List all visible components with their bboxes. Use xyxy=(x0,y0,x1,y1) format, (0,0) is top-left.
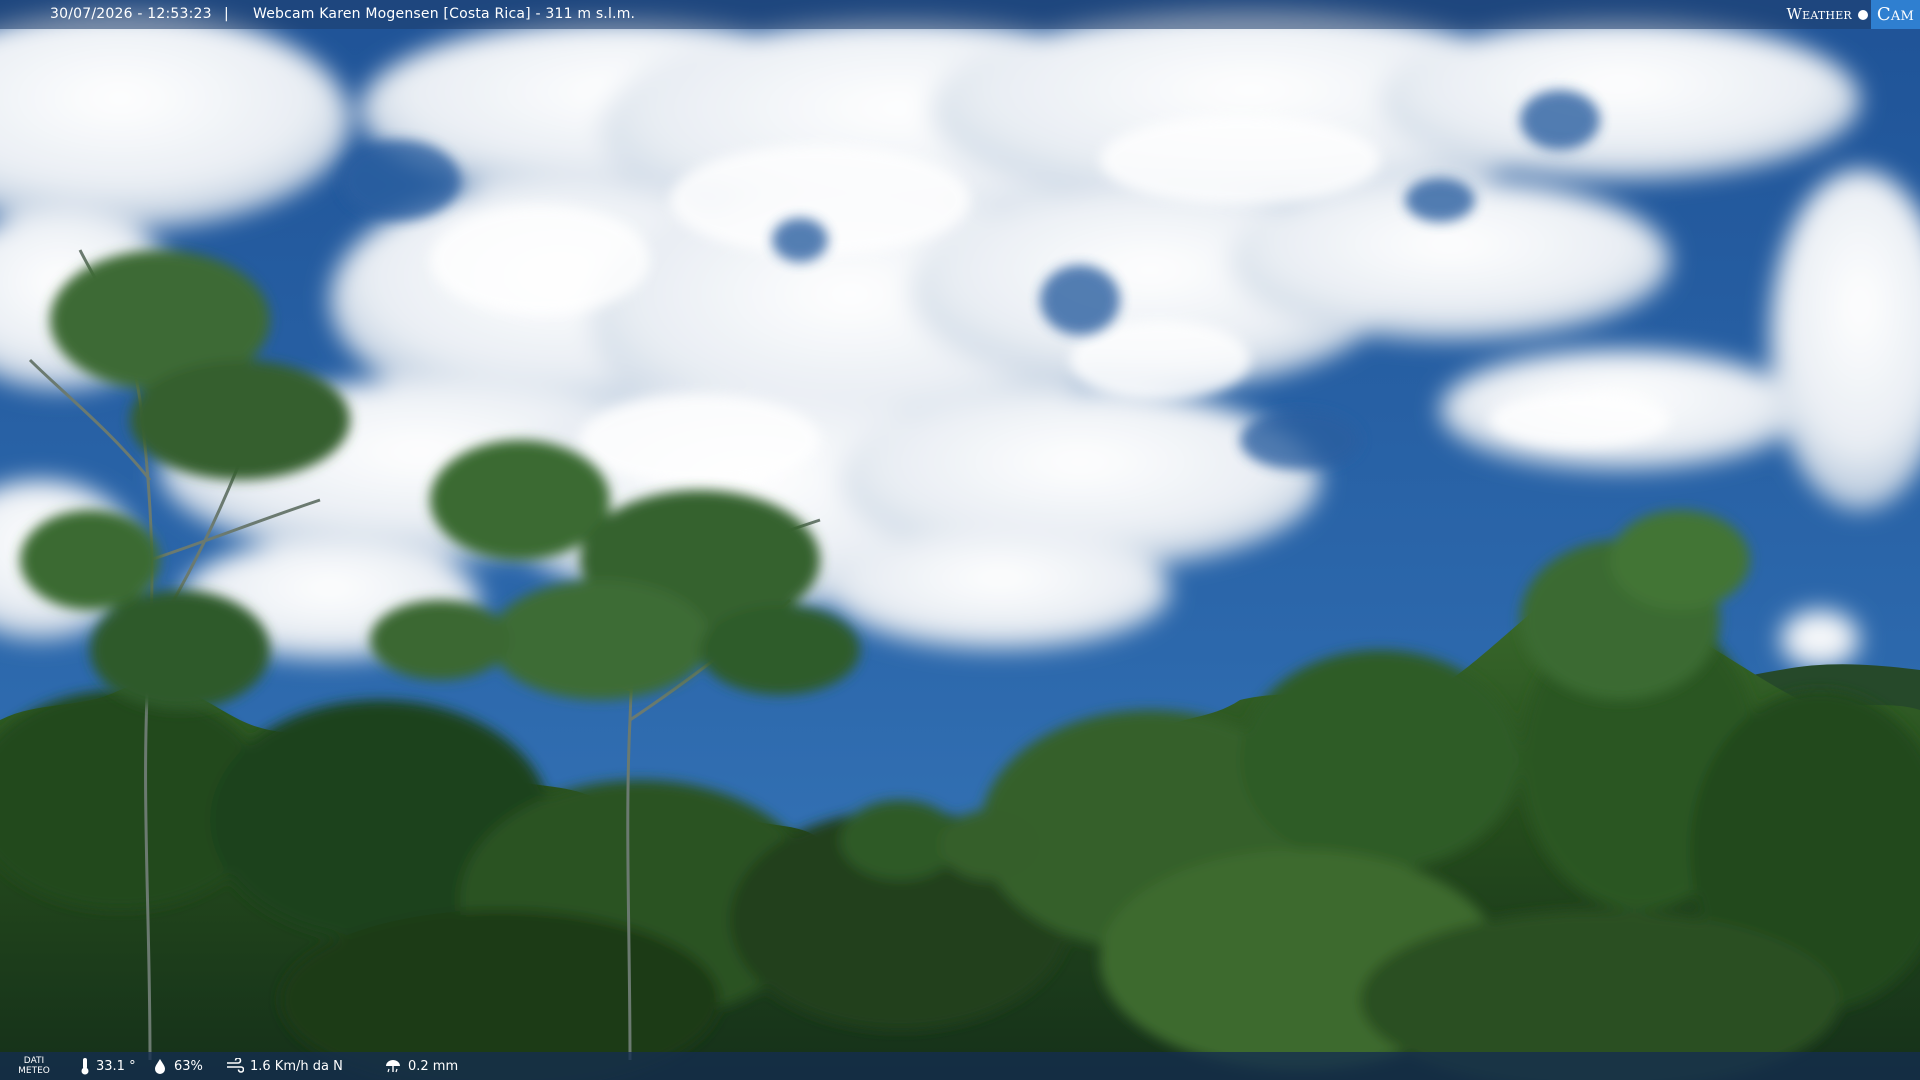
droplet-icon xyxy=(155,1059,165,1074)
webcam-frame: 30/07/2026 - 12:53:23 | Webcam Karen Mog… xyxy=(0,0,1920,1080)
timestamp: 30/07/2026 - 12:53:23 xyxy=(50,6,212,22)
webcam-title: Webcam Karen Mogensen [Costa Rica] - 311… xyxy=(253,6,636,22)
logo-weather-text: Weather xyxy=(1786,5,1852,23)
meteo-label-line1: DATI xyxy=(23,1056,45,1066)
logo-cam-text: Cam xyxy=(1870,0,1920,29)
rain-reading: 0.2 mm xyxy=(384,1052,458,1080)
wind-icon xyxy=(227,1058,244,1073)
weathercam-logo[interactable]: Weather Cam xyxy=(1778,0,1920,29)
temperature-value: 33.1 ° xyxy=(96,1058,136,1074)
meteo-label-line2: METEO xyxy=(18,1066,50,1076)
title-separator: | xyxy=(224,6,229,22)
humidity-reading: 63% xyxy=(152,1052,203,1080)
info-bar-top: 30/07/2026 - 12:53:23 | Webcam Karen Mog… xyxy=(0,0,1920,29)
weather-data-bar: DATI METEO 33.1 ° 63% 1.6 Km/h da N 0.2 … xyxy=(0,1052,1920,1080)
meteo-label: DATI METEO xyxy=(14,1056,54,1076)
thermometer-icon xyxy=(81,1058,89,1075)
webcam-scene xyxy=(0,0,1920,1080)
rain-value: 0.2 mm xyxy=(408,1058,459,1074)
logo-dot-icon xyxy=(1857,9,1868,20)
wind-value: 1.6 Km/h da N xyxy=(250,1058,343,1074)
temperature-reading: 33.1 ° xyxy=(80,1052,136,1080)
wind-reading: 1.6 Km/h da N xyxy=(226,1052,343,1080)
rain-icon xyxy=(386,1060,400,1073)
humidity-value: 63% xyxy=(174,1058,203,1074)
